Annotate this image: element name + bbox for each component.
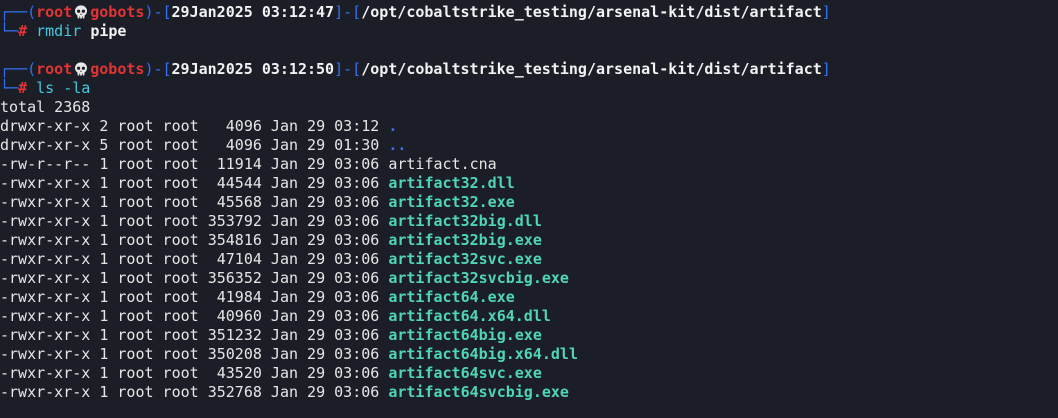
file-name: artifact64big.x64.dll bbox=[388, 345, 578, 363]
file-name: artifact32.exe bbox=[388, 193, 515, 211]
listing-row: -rwxr-xr-x 1 root root 354816 Jan 29 03:… bbox=[0, 231, 1058, 250]
file-meta: -rwxr-xr-x 1 root root 40960 Jan 29 03:0… bbox=[0, 307, 389, 325]
listing-row: -rwxr-xr-x 1 root root 352768 Jan 29 03:… bbox=[0, 383, 1058, 402]
listing-row: -rwxr-xr-x 1 root root 43520 Jan 29 03:0… bbox=[0, 364, 1058, 383]
command-line: └─# ls -la bbox=[0, 79, 91, 97]
prompt-path: /opt/cobaltstrike_testing/arsenal-kit/di… bbox=[361, 60, 822, 78]
file-name: artifact32svcbig.exe bbox=[388, 269, 569, 287]
listing-row: -rwxr-xr-x 1 root root 41984 Jan 29 03:0… bbox=[0, 288, 1058, 307]
listing-row: -rwxr-xr-x 1 root root 47104 Jan 29 03:0… bbox=[0, 250, 1058, 269]
command-args: pipe bbox=[90, 22, 127, 40]
command-args: -la bbox=[63, 79, 91, 97]
file-meta: -rwxr-xr-x 1 root root 350208 Jan 29 03:… bbox=[0, 345, 389, 363]
listing-row: -rwxr-xr-x 1 root root 356352 Jan 29 03:… bbox=[0, 269, 1058, 288]
prompt-user: root bbox=[36, 60, 73, 78]
terminal-output[interactable]: ┌──(root gobots)-[29Jan2025 03:12:47]-[/o… bbox=[0, 3, 1058, 402]
file-meta: -rwxr-xr-x 1 root root 47104 Jan 29 03:0… bbox=[0, 250, 389, 268]
prompt-time: 29Jan2025 03:12:50 bbox=[171, 60, 335, 78]
file-meta: drwxr-xr-x 2 root root 4096 Jan 29 03:12 bbox=[0, 117, 389, 135]
file-meta: -rwxr-xr-x 1 root root 352768 Jan 29 03:… bbox=[0, 383, 389, 401]
listing-row: -rwxr-xr-x 1 root root 353792 Jan 29 03:… bbox=[0, 212, 1058, 231]
file-name: .. bbox=[388, 136, 407, 154]
file-meta: -rwxr-xr-x 1 root root 44544 Jan 29 03:0… bbox=[0, 174, 389, 192]
listing-row: -rwxr-xr-x 1 root root 44544 Jan 29 03:0… bbox=[0, 174, 1058, 193]
prompt-host: gobots bbox=[90, 60, 145, 78]
command-name: ls bbox=[36, 79, 55, 97]
file-meta: -rwxr-xr-x 1 root root 351232 Jan 29 03:… bbox=[0, 326, 389, 344]
file-meta: -rw-r--r-- 1 root root 11914 Jan 29 03:0… bbox=[0, 155, 389, 173]
prompt-symbol: # bbox=[18, 79, 28, 97]
file-name: artifact64big.exe bbox=[388, 326, 542, 344]
file-meta: -rwxr-xr-x 1 root root 43520 Jan 29 03:0… bbox=[0, 364, 389, 382]
command-line: └─# rmdir pipe bbox=[0, 22, 127, 40]
listing-row: drwxr-xr-x 5 root root 4096 Jan 29 01:30… bbox=[0, 136, 1058, 155]
file-meta: -rwxr-xr-x 1 root root 45568 Jan 29 03:0… bbox=[0, 193, 389, 211]
prompt-line: ┌──(root gobots)-[29Jan2025 03:12:50]-[/o… bbox=[0, 60, 831, 79]
file-meta: -rwxr-xr-x 1 root root 354816 Jan 29 03:… bbox=[0, 231, 389, 249]
prompt-time: 29Jan2025 03:12:47 bbox=[171, 3, 335, 21]
file-name: artifact64svc.exe bbox=[388, 364, 542, 382]
file-name: artifact32.dll bbox=[388, 174, 515, 192]
file-name: artifact64.exe bbox=[388, 288, 515, 306]
file-meta: -rwxr-xr-x 1 root root 353792 Jan 29 03:… bbox=[0, 212, 389, 230]
file-meta: -rwxr-xr-x 1 root root 41984 Jan 29 03:0… bbox=[0, 288, 389, 306]
listing-row: -rwxr-xr-x 1 root root 45568 Jan 29 03:0… bbox=[0, 193, 1058, 212]
prompt-path: /opt/cobaltstrike_testing/arsenal-kit/di… bbox=[361, 3, 822, 21]
file-meta: -rwxr-xr-x 1 root root 356352 Jan 29 03:… bbox=[0, 269, 389, 287]
command-name: rmdir bbox=[36, 22, 82, 40]
prompt-host: gobots bbox=[90, 3, 145, 21]
prompt-line: ┌──(root gobots)-[29Jan2025 03:12:47]-[/o… bbox=[0, 3, 831, 22]
file-name: artifact64svcbig.exe bbox=[388, 383, 569, 401]
skull-icon bbox=[72, 60, 90, 79]
prompt-user: root bbox=[36, 3, 73, 21]
listing-row: drwxr-xr-x 2 root root 4096 Jan 29 03:12… bbox=[0, 117, 1058, 136]
file-name: artifact32big.exe bbox=[388, 231, 542, 249]
listing-total: total 2368 bbox=[0, 98, 91, 116]
file-name: . bbox=[388, 117, 398, 135]
listing-row: -rwxr-xr-x 1 root root 350208 Jan 29 03:… bbox=[0, 345, 1058, 364]
file-meta: drwxr-xr-x 5 root root 4096 Jan 29 01:30 bbox=[0, 136, 389, 154]
listing-row: -rwxr-xr-x 1 root root 40960 Jan 29 03:0… bbox=[0, 307, 1058, 326]
listing-row: -rw-r--r-- 1 root root 11914 Jan 29 03:0… bbox=[0, 155, 1058, 174]
listing-row: -rwxr-xr-x 1 root root 351232 Jan 29 03:… bbox=[0, 326, 1058, 345]
file-name: artifact.cna bbox=[388, 155, 497, 173]
file-name: artifact32big.dll bbox=[388, 212, 542, 230]
skull-icon bbox=[72, 3, 90, 22]
file-name: artifact32svc.exe bbox=[388, 250, 542, 268]
file-name: artifact64.x64.dll bbox=[388, 307, 551, 325]
prompt-symbol: # bbox=[18, 22, 28, 40]
